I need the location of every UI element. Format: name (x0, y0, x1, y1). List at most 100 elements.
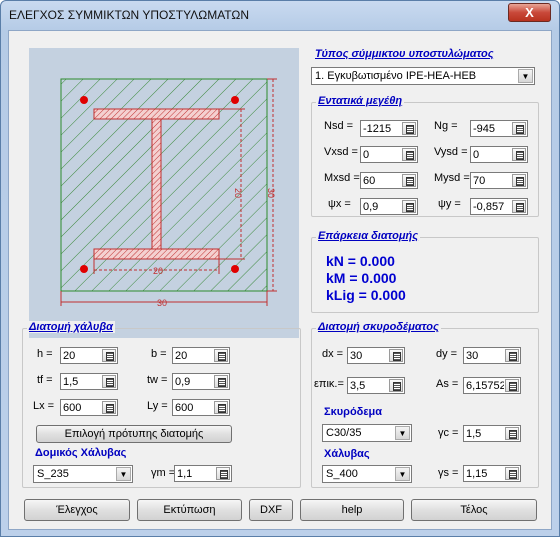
mxsd-field[interactable] (360, 172, 418, 189)
help-button[interactable]: help (300, 499, 404, 521)
dim-label-outer-height: 30 (266, 188, 276, 198)
mysd-label: Mysd = (434, 172, 470, 184)
calculator-icon[interactable] (505, 427, 519, 440)
calculator-icon[interactable] (505, 349, 519, 362)
mysd-field[interactable] (470, 172, 528, 189)
ly-field[interactable] (172, 399, 230, 416)
calculator-icon[interactable] (402, 174, 416, 187)
vxsd-input[interactable] (362, 148, 402, 161)
h-input[interactable] (62, 349, 102, 362)
calculator-icon[interactable] (216, 467, 230, 480)
chevron-down-icon[interactable]: ▼ (395, 467, 410, 481)
gm-field[interactable] (174, 465, 232, 482)
psix-input[interactable] (362, 200, 402, 213)
nsd-input[interactable] (362, 122, 402, 135)
calculator-icon[interactable] (512, 200, 526, 213)
lx-input[interactable] (62, 401, 102, 414)
dx-field[interactable] (347, 347, 405, 364)
cover-label: επικ.= (314, 378, 344, 390)
ng-input[interactable] (472, 122, 512, 135)
calculator-icon[interactable] (214, 349, 228, 362)
vysd-field[interactable] (470, 146, 528, 163)
calculator-icon[interactable] (512, 174, 526, 187)
tw-input[interactable] (174, 375, 214, 388)
calculator-icon[interactable] (402, 148, 416, 161)
gc-input[interactable] (465, 427, 505, 440)
ly-label: Ly = (147, 400, 168, 412)
calculator-icon[interactable] (512, 122, 526, 135)
chevron-down-icon[interactable]: ▼ (518, 69, 533, 83)
psix-label: ψx = (328, 198, 351, 210)
vysd-input[interactable] (472, 148, 512, 161)
ng-field[interactable] (470, 120, 528, 137)
end-button[interactable]: Τέλος (411, 499, 537, 521)
mysd-input[interactable] (472, 174, 512, 187)
close-button[interactable]: X (508, 3, 551, 22)
adequacy-title: Επάρκεια διατομής (316, 230, 421, 242)
psiy-field[interactable] (470, 198, 528, 215)
concrete-class-select[interactable]: C30/35 ▼ (322, 424, 412, 442)
calculator-icon[interactable] (214, 375, 228, 388)
ng-label: Ng = (434, 120, 458, 132)
gc-field[interactable] (463, 425, 521, 442)
lx-field[interactable] (60, 399, 118, 416)
tw-field[interactable] (172, 373, 230, 390)
calculator-icon[interactable] (102, 375, 116, 388)
section-svg: 20 30 20 30 (60, 78, 277, 308)
psix-field[interactable] (360, 198, 418, 215)
klig-result: kLig = 0.000 (326, 287, 406, 303)
dy-input[interactable] (465, 349, 505, 362)
calculator-icon[interactable] (402, 200, 416, 213)
calculator-icon[interactable] (214, 401, 228, 414)
h-field[interactable] (60, 347, 118, 364)
check-button[interactable]: Έλεγχος (24, 499, 130, 521)
ly-input[interactable] (174, 401, 214, 414)
title-bar[interactable]: ΕΛΕΓΧΟΣ ΣΥΜΜΙΚΤΩΝ ΥΠΟΣΤΥΛΩΜΑΤΩΝ X (1, 1, 559, 29)
vysd-label: Vysd = (434, 146, 468, 158)
tf-field[interactable] (60, 373, 118, 390)
as-field[interactable] (463, 377, 521, 394)
calculator-icon[interactable] (512, 148, 526, 161)
tw-label: tw = (147, 374, 168, 386)
calculator-icon[interactable] (402, 122, 416, 135)
as-label: As = (436, 378, 459, 390)
km-result: kM = 0.000 (326, 270, 397, 286)
structural-steel-select[interactable]: S_235 ▼ (33, 465, 133, 483)
as-input[interactable] (465, 379, 505, 392)
dx-label: dx = (322, 348, 344, 360)
b-input[interactable] (174, 349, 214, 362)
calculator-icon[interactable] (389, 379, 403, 392)
b-field[interactable] (172, 347, 230, 364)
vxsd-field[interactable] (360, 146, 418, 163)
dy-field[interactable] (463, 347, 521, 364)
b-label: b = (151, 348, 167, 360)
column-type-value: 1. Εγκυβωτισμένο IPE-HEA-HEB (315, 70, 477, 82)
calculator-icon[interactable] (505, 379, 519, 392)
print-button[interactable]: Εκτύπωση (137, 499, 242, 521)
gm-input[interactable] (176, 467, 216, 480)
adequacy-group: Επάρκεια διατομής kN = 0.000 kM = 0.000 … (311, 230, 539, 313)
calculator-icon[interactable] (102, 401, 116, 414)
column-type-select[interactable]: 1. Εγκυβωτισμένο IPE-HEA-HEB ▼ (311, 67, 535, 85)
cover-field[interactable] (347, 377, 405, 394)
dim-label-inner-height: 20 (233, 188, 243, 198)
gs-field[interactable] (463, 465, 521, 482)
mxsd-input[interactable] (362, 174, 402, 187)
gm-label: γm = (151, 467, 176, 479)
pick-standard-section-button[interactable]: Επιλογή πρότυπης διατομής (36, 425, 232, 443)
psiy-input[interactable] (472, 200, 512, 213)
cover-input[interactable] (349, 379, 389, 392)
rebar-steel-value: S_400 (326, 468, 358, 480)
chevron-down-icon[interactable]: ▼ (395, 426, 410, 440)
nsd-field[interactable] (360, 120, 418, 137)
structural-steel-title: Δομικός Χάλυβας (35, 447, 127, 459)
chevron-down-icon[interactable]: ▼ (116, 467, 131, 481)
dxf-button[interactable]: DXF (249, 499, 293, 521)
rebar-steel-select[interactable]: S_400 ▼ (322, 465, 412, 483)
dx-input[interactable] (349, 349, 389, 362)
calculator-icon[interactable] (102, 349, 116, 362)
calculator-icon[interactable] (505, 467, 519, 480)
tf-input[interactable] (62, 375, 102, 388)
gs-input[interactable] (465, 467, 505, 480)
calculator-icon[interactable] (389, 349, 403, 362)
